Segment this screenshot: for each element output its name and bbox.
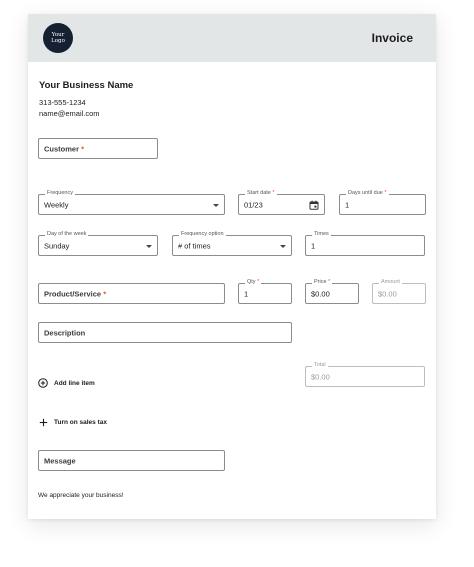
days-until-due-label: Days until due * [346,190,389,197]
business-email[interactable]: name@email.com [39,109,100,118]
invoice-title: Invoice [371,31,413,45]
description-label: Description [44,328,86,337]
frequency-option-select[interactable]: Frequency option # of times [172,231,292,256]
business-logo[interactable]: Your Logo [43,23,73,53]
product-service-label: Product/Service * [44,289,107,298]
business-name[interactable]: Your Business Name [39,80,133,91]
start-date-field[interactable]: Start date * 01/23 [238,190,325,215]
day-of-week-select[interactable]: Day of the week Sunday [38,231,158,256]
customer-label: Customer * [44,144,85,153]
price-field[interactable]: Price * $0.00 [305,279,359,304]
invoice-header: Your Logo Invoice [28,14,436,62]
sales-tax-toggle-button[interactable]: Turn on sales tax [39,418,107,427]
amount-field: Amount $0.00 [372,279,426,304]
message-label: Message [44,456,76,465]
price-label: Price * [312,279,333,286]
price-value: $0.00 [311,289,330,298]
frequency-select[interactable]: Frequency Weekly [38,190,225,215]
days-until-due-value: 1 [345,200,350,209]
total-field: Total $0.00 [305,362,425,387]
add-line-item-button[interactable]: Add line item [38,378,95,388]
calendar-icon[interactable] [309,200,319,210]
customer-field[interactable]: Customer * [38,138,158,159]
times-field[interactable]: Times 1 [305,231,425,256]
amount-label: Amount [379,279,402,286]
times-value: 1 [311,241,316,250]
plus-circle-icon [38,378,48,388]
times-label: Times [312,231,331,238]
day-of-week-value: Sunday [44,241,70,250]
start-date-value: 01/23 [244,200,263,209]
chevron-down-icon [146,244,152,248]
frequency-value: Weekly [44,200,69,209]
business-phone[interactable]: 313-555-1234 [39,98,86,107]
frequency-option-label: Frequency option [179,231,226,238]
add-line-item-label: Add line item [54,379,95,387]
frequency-option-value: # of times [178,241,211,250]
start-date-label: Start date * [245,190,277,197]
qty-label: Qty * [245,279,262,286]
description-field[interactable]: Description [38,322,292,343]
sales-tax-label: Turn on sales tax [54,419,107,426]
invoice-card: Your Logo Invoice Your Business Name 313-… [28,14,436,519]
amount-value: $0.00 [378,289,397,298]
plus-icon [39,418,48,427]
total-value: $0.00 [311,372,330,381]
product-service-field[interactable]: Product/Service * [38,283,225,304]
qty-field[interactable]: Qty * 1 [238,279,292,304]
total-label: Total [312,362,328,369]
frequency-label: Frequency [45,190,75,197]
qty-value: 1 [244,289,249,298]
logo-line-2: Logo [51,38,65,44]
message-field[interactable]: Message [38,450,225,471]
chevron-down-icon [280,244,286,248]
day-of-week-label: Day of the week [45,231,89,238]
days-until-due-field[interactable]: Days until due * 1 [339,190,426,215]
footer-note[interactable]: We appreciate your business! [38,492,124,499]
chevron-down-icon [213,203,219,207]
